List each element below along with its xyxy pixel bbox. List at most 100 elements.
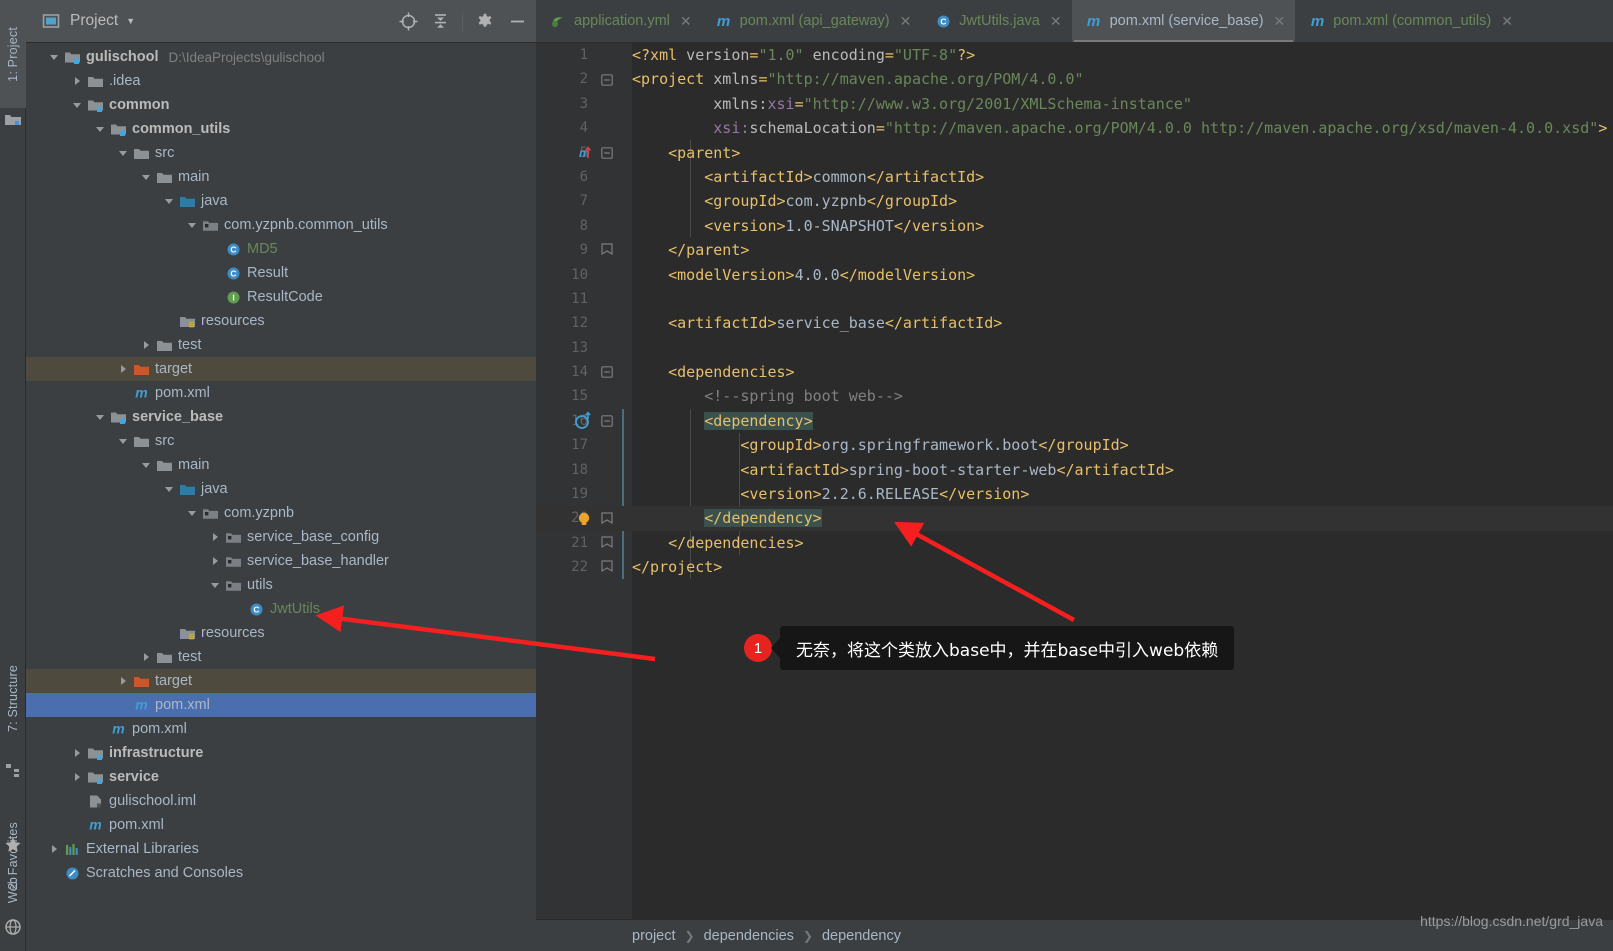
code-editor[interactable]: 1 <?xml version="1.0" encoding="UTF-8"?> 2… bbox=[536, 43, 1613, 919]
chevron-right-icon[interactable] bbox=[207, 549, 223, 573]
tree-item-resources[interactable]: resources bbox=[26, 309, 536, 333]
fold-collapse-icon[interactable] bbox=[596, 360, 618, 384]
chevron-down-icon[interactable] bbox=[46, 45, 62, 69]
tree-item-src[interactable]: src bbox=[26, 429, 536, 453]
tree-item-common[interactable]: common bbox=[26, 93, 536, 117]
chevron-right-icon[interactable] bbox=[207, 525, 223, 549]
tree-item-external-libraries[interactable]: External Libraries bbox=[26, 837, 536, 861]
tool-tab-web[interactable]: Web bbox=[0, 864, 26, 916]
chevron-down-icon[interactable] bbox=[92, 117, 108, 141]
maven-reimport-icon[interactable]: m bbox=[572, 141, 596, 165]
svg-text:C: C bbox=[940, 16, 946, 26]
gear-icon[interactable] bbox=[470, 7, 500, 37]
dependency-gutter-icon[interactable] bbox=[572, 409, 596, 433]
intention-bulb-icon[interactable] bbox=[572, 506, 596, 530]
tree-item-test[interactable]: test bbox=[26, 645, 536, 669]
tool-tab-structure[interactable]: 7: Structure bbox=[0, 640, 26, 758]
chevron-down-icon[interactable] bbox=[69, 93, 85, 117]
hide-icon[interactable] bbox=[502, 7, 532, 37]
tree-item-pom-xml[interactable]: m pom.xml bbox=[26, 381, 536, 405]
chevron-right-icon[interactable] bbox=[138, 645, 154, 669]
tree-item-target[interactable]: target bbox=[26, 669, 536, 693]
fold-collapse-icon[interactable] bbox=[596, 409, 618, 433]
tree-item-infrastructure[interactable]: infrastructure bbox=[26, 741, 536, 765]
tree-item-test[interactable]: test bbox=[26, 333, 536, 357]
fold-collapse-icon[interactable] bbox=[596, 67, 618, 91]
tree-item-gulischool[interactable]: gulischool D:\IdeaProjects\gulischool bbox=[26, 45, 536, 69]
tree-item-pom-xml[interactable]: m pom.xml bbox=[26, 717, 536, 741]
fold-end-icon[interactable] bbox=[596, 555, 618, 579]
project-tool-window: Project ▼ gulischool D:\IdeaProjects\guli… bbox=[26, 0, 536, 951]
tree-item-pom-xml[interactable]: m pom.xml bbox=[26, 813, 536, 837]
close-icon[interactable]: ✕ bbox=[1274, 14, 1286, 28]
tree-item-jwtutils[interactable]: C JwtUtils bbox=[26, 597, 536, 621]
chevron-down-icon[interactable] bbox=[115, 429, 131, 453]
tree-item-gulischool-iml[interactable]: gulischool.iml bbox=[26, 789, 536, 813]
close-icon[interactable]: ✕ bbox=[1501, 14, 1513, 28]
tree-item-java[interactable]: java bbox=[26, 477, 536, 501]
editor-tab-pom-xml--common_utils-[interactable]: m pom.xml (common_utils) ✕ bbox=[1295, 0, 1523, 42]
breadcrumb-item-dependencies[interactable]: dependencies bbox=[704, 928, 794, 944]
tree-item-resultcode[interactable]: I ResultCode bbox=[26, 285, 536, 309]
collapse-all-icon[interactable] bbox=[425, 7, 455, 37]
breadcrumb-item-dependency[interactable]: dependency bbox=[822, 928, 901, 944]
tree-item-src[interactable]: src bbox=[26, 141, 536, 165]
chevron-down-icon[interactable] bbox=[161, 189, 177, 213]
editor-tab-pom-xml--service_base-[interactable]: m pom.xml (service_base) ✕ bbox=[1071, 0, 1296, 42]
close-icon[interactable]: ✕ bbox=[1050, 14, 1062, 28]
tree-item-java[interactable]: java bbox=[26, 189, 536, 213]
code-text: </dependencies> bbox=[668, 533, 804, 552]
chevron-down-icon[interactable] bbox=[184, 501, 200, 525]
tree-item-main[interactable]: main bbox=[26, 453, 536, 477]
close-icon[interactable]: ✕ bbox=[680, 14, 692, 28]
fold-collapse-icon[interactable] bbox=[596, 141, 618, 165]
star-icon bbox=[4, 836, 22, 854]
tree-item-scratches-and-consoles[interactable]: Scratches and Consoles bbox=[26, 861, 536, 885]
project-tree[interactable]: gulischool D:\IdeaProjects\gulischool .ide… bbox=[26, 43, 536, 951]
chevron-right-icon[interactable] bbox=[138, 333, 154, 357]
code-text: <parent> bbox=[668, 143, 741, 162]
tree-item-resources[interactable]: resources bbox=[26, 621, 536, 645]
fold-end-icon[interactable] bbox=[596, 238, 618, 262]
tree-item-label: service bbox=[109, 769, 159, 785]
editor-tab-bar[interactable]: application.yml ✕ m pom.xml (api_gateway) ✕ C… bbox=[536, 0, 1613, 43]
chevron-down-icon[interactable] bbox=[161, 477, 177, 501]
chevron-right-icon[interactable] bbox=[69, 69, 85, 93]
chevron-right-icon[interactable] bbox=[69, 765, 85, 789]
tool-tab-project[interactable]: 1: Project bbox=[0, 0, 26, 108]
locate-icon[interactable] bbox=[393, 7, 423, 37]
editor-tab-jwtutils-java[interactable]: C JwtUtils.java ✕ bbox=[921, 0, 1071, 42]
tree-item-service_base_handler[interactable]: service_base_handler bbox=[26, 549, 536, 573]
chevron-down-icon[interactable] bbox=[184, 213, 200, 237]
tree-item-utils[interactable]: utils bbox=[26, 573, 536, 597]
tree-item-service[interactable]: service bbox=[26, 765, 536, 789]
tree-item-main[interactable]: main bbox=[26, 165, 536, 189]
fold-end-icon[interactable] bbox=[596, 531, 618, 555]
tree-item-com-yzpnb-common_utils[interactable]: com.yzpnb.common_utils bbox=[26, 213, 536, 237]
chevron-down-icon[interactable] bbox=[92, 405, 108, 429]
chevron-down-icon[interactable] bbox=[115, 141, 131, 165]
tree-item-service_base_config[interactable]: service_base_config bbox=[26, 525, 536, 549]
chevron-right-icon[interactable] bbox=[46, 837, 62, 861]
chevron-right-icon[interactable] bbox=[69, 741, 85, 765]
tree-item-result[interactable]: C Result bbox=[26, 261, 536, 285]
tree-item-target[interactable]: target bbox=[26, 357, 536, 381]
tree-item-pom-xml[interactable]: m pom.xml bbox=[26, 693, 536, 717]
fold-end-icon[interactable] bbox=[596, 506, 618, 530]
breadcrumb-item-project[interactable]: project bbox=[632, 928, 676, 944]
folder-icon bbox=[131, 141, 151, 165]
tree-item-common_utils[interactable]: common_utils bbox=[26, 117, 536, 141]
chevron-down-icon[interactable] bbox=[138, 453, 154, 477]
tree-item-com-yzpnb[interactable]: com.yzpnb bbox=[26, 501, 536, 525]
tree-item-service_base[interactable]: service_base bbox=[26, 405, 536, 429]
close-icon[interactable]: ✕ bbox=[900, 14, 912, 28]
chevron-down-icon[interactable] bbox=[138, 165, 154, 189]
editor-tab-pom-xml--api_gateway-[interactable]: m pom.xml (api_gateway) ✕ bbox=[702, 0, 922, 42]
chevron-down-icon[interactable] bbox=[207, 573, 223, 597]
chevron-right-icon[interactable] bbox=[115, 669, 131, 693]
chevron-right-icon[interactable] bbox=[115, 357, 131, 381]
tree-item--idea[interactable]: .idea bbox=[26, 69, 536, 93]
chevron-down-icon[interactable]: ▼ bbox=[126, 16, 135, 26]
tree-item-md5[interactable]: C MD5 bbox=[26, 237, 536, 261]
editor-tab-application-yml[interactable]: application.yml ✕ bbox=[536, 0, 702, 42]
